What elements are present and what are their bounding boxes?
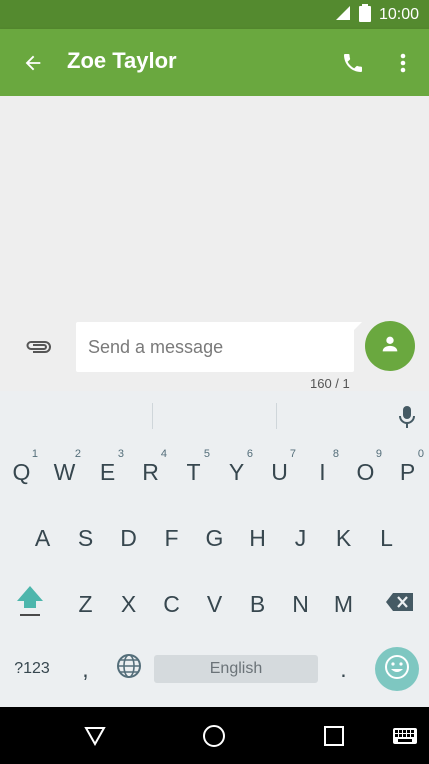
contact-icon: [379, 333, 401, 360]
attach-icon[interactable]: [20, 333, 56, 361]
navigation-bar: [0, 707, 429, 764]
backspace-icon: [385, 591, 415, 618]
char-counter: 160 / 1: [310, 376, 350, 391]
home-circle-icon[interactable]: [199, 721, 229, 751]
emoji-icon: [384, 654, 410, 685]
message-input[interactable]: [86, 336, 350, 359]
globe-key[interactable]: [107, 639, 150, 699]
key-l[interactable]: L: [365, 508, 408, 568]
key-q[interactable]: Q1: [0, 442, 43, 502]
composer: 160 / 1: [0, 320, 429, 391]
keyboard-icon[interactable]: [390, 721, 420, 751]
key-v[interactable]: V: [193, 574, 236, 634]
recents-square-icon[interactable]: [319, 721, 349, 751]
back-arrow-icon[interactable]: [16, 46, 50, 80]
key-s[interactable]: S: [64, 508, 107, 568]
globe-icon: [116, 653, 142, 685]
key-z[interactable]: Z: [64, 574, 107, 634]
suggestion-divider: [276, 403, 277, 429]
bubble-tail: [352, 322, 362, 332]
spacebar[interactable]: English: [154, 655, 318, 683]
key-y[interactable]: Y6: [215, 442, 258, 502]
key-h[interactable]: H: [236, 508, 279, 568]
key-r[interactable]: R4: [129, 442, 172, 502]
back-triangle-icon[interactable]: [80, 721, 110, 751]
suggestion-divider: [152, 403, 153, 429]
message-list: [0, 96, 429, 320]
key-d[interactable]: D: [107, 508, 150, 568]
signal-icon: [335, 5, 351, 26]
key-x[interactable]: X: [107, 574, 150, 634]
key-o[interactable]: O9: [344, 442, 387, 502]
key-i[interactable]: I8: [301, 442, 344, 502]
phone-icon[interactable]: [336, 46, 370, 80]
key-u[interactable]: U7: [258, 442, 301, 502]
backspace-key[interactable]: [378, 574, 421, 634]
key-e[interactable]: E3: [86, 442, 129, 502]
battery-icon: [358, 3, 371, 27]
shift-icon: [15, 584, 45, 624]
key-n[interactable]: N: [279, 574, 322, 634]
key-f[interactable]: F: [150, 508, 193, 568]
comma-key[interactable]: ,: [64, 639, 107, 699]
app-bar: Zoe Taylor: [0, 29, 429, 96]
shift-key[interactable]: [8, 574, 51, 634]
keyboard: Q1 W2 E3 R4 T5 Y6 U7 I8 O9 P0 A S D F G …: [0, 440, 429, 707]
status-time: 10:00: [378, 6, 419, 23]
key-j[interactable]: J: [279, 508, 322, 568]
status-icons: 10:00: [335, 3, 419, 27]
period-key[interactable]: .: [322, 639, 365, 699]
contact-button[interactable]: [365, 321, 415, 371]
status-bar: 10:00: [0, 0, 429, 29]
key-m[interactable]: M: [322, 574, 365, 634]
key-w[interactable]: W2: [43, 442, 86, 502]
message-input-box[interactable]: [76, 322, 354, 372]
key-c[interactable]: C: [150, 574, 193, 634]
key-b[interactable]: B: [236, 574, 279, 634]
suggestion-bar: [0, 391, 429, 441]
more-vert-icon[interactable]: [390, 46, 416, 80]
key-t[interactable]: T5: [172, 442, 215, 502]
key-g[interactable]: G: [193, 508, 236, 568]
symbols-key[interactable]: ?123: [8, 639, 56, 699]
mic-icon[interactable]: [392, 403, 422, 431]
key-p[interactable]: P0: [386, 442, 429, 502]
key-a[interactable]: A: [21, 508, 64, 568]
conversation-title: Zoe Taylor: [67, 48, 177, 73]
emoji-key[interactable]: [375, 647, 419, 691]
key-k[interactable]: K: [322, 508, 365, 568]
